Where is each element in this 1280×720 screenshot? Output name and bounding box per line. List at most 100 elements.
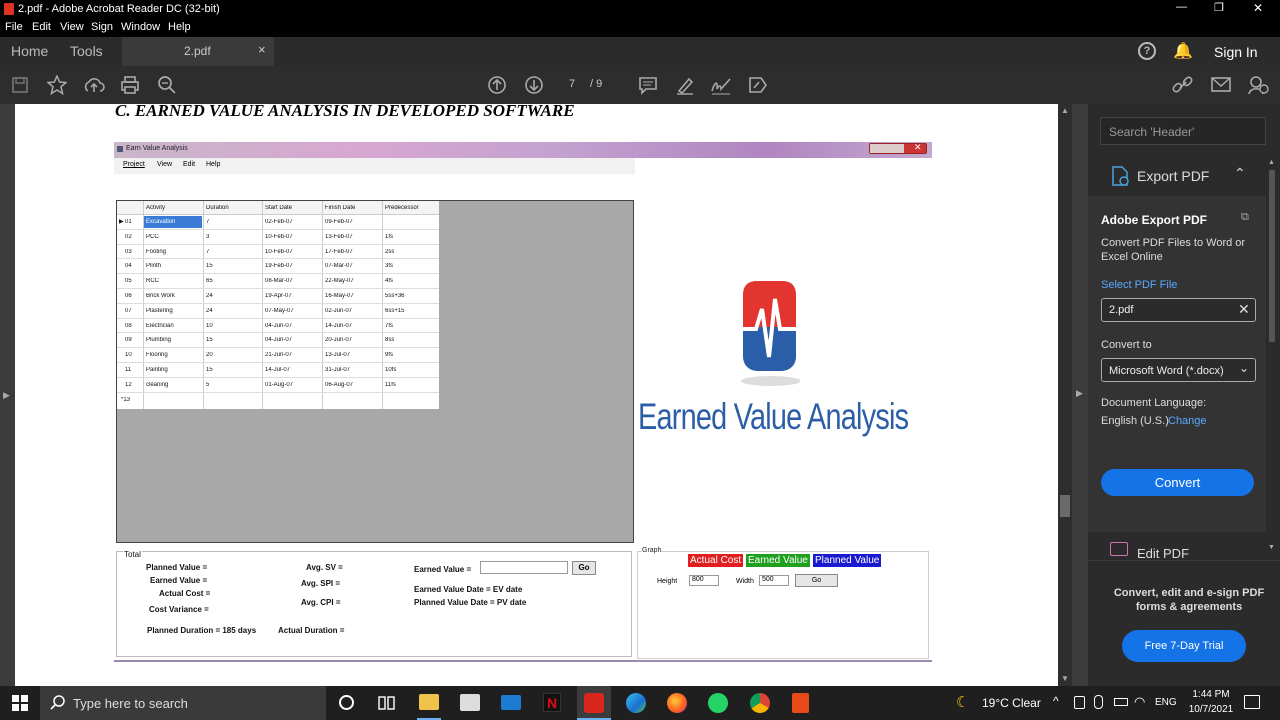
taskbar-search-box[interactable]: Type here to search — [40, 686, 326, 720]
whatsapp-icon[interactable] — [708, 693, 728, 713]
comment-icon[interactable] — [631, 71, 665, 99]
selected-file-name: 2.pdf — [1109, 304, 1134, 316]
grid-cell: 02-Jun-07 — [325, 307, 353, 314]
embedded-menu-bar: Project View Edit Help — [114, 158, 635, 174]
grid-cell: 21-Jun-07 — [265, 352, 293, 359]
print-icon[interactable] — [113, 71, 147, 99]
windows-start-icon[interactable] — [12, 695, 28, 711]
search-icon[interactable] — [150, 71, 184, 99]
save-icon[interactable] — [3, 71, 37, 99]
grid-cell: 14-Jun-07 — [325, 322, 353, 329]
edge-icon[interactable] — [626, 693, 646, 713]
embedded-window-controls: ✕ — [869, 142, 927, 154]
tab-document[interactable]: 2.pdf × — [122, 37, 274, 66]
page-number-input[interactable]: 7 — [569, 78, 575, 90]
pane-scroll-thumb[interactable] — [1269, 170, 1275, 342]
tray-chevron-icon[interactable]: ^ — [1053, 694, 1059, 708]
menu-sign[interactable]: Sign — [91, 21, 113, 33]
right-pane-toggle-icon[interactable]: ▶ — [1076, 388, 1083, 399]
tab-tools[interactable]: Tools — [70, 43, 103, 59]
next-page-icon[interactable] — [517, 71, 551, 99]
convert-format-select[interactable]: Microsoft Word (*.docx) ⌄ — [1101, 358, 1256, 382]
notifications-icon[interactable] — [1244, 695, 1260, 709]
scroll-down-arrow[interactable]: ▼ — [1061, 674, 1069, 683]
selected-file-field[interactable]: 2.pdf ✕ — [1101, 298, 1256, 322]
grid-cell: 7 — [206, 219, 210, 225]
planned-value-legend: Planned Value — [813, 554, 882, 567]
weather-text[interactable]: 19°C Clear — [982, 696, 1041, 710]
clock-date[interactable]: 10/7/2021 — [1185, 704, 1237, 715]
menu-edit[interactable]: Edit — [32, 21, 51, 33]
sign-icon[interactable] — [704, 71, 738, 99]
tray-mic-icon[interactable] — [1094, 695, 1103, 709]
edit-pdf-icon — [1110, 542, 1128, 556]
grid-row: 04 Plinth 15 19-Feb-07 07-Mar-07 3fs — [117, 259, 439, 275]
netflix-icon[interactable]: N — [543, 693, 561, 712]
firefox-icon[interactable] — [667, 693, 687, 713]
battery-icon[interactable] — [1114, 698, 1128, 706]
earned-value-legend: Earned Value — [746, 554, 810, 567]
free-trial-button[interactable]: Free 7-Day Trial — [1122, 630, 1246, 662]
pane-scrollbar[interactable]: ▲ ▼ — [1267, 159, 1277, 556]
grid-row: 11 Painting 15 14-Jul-07 31-Jul-07 10fs — [117, 363, 439, 378]
close-tab-icon[interactable]: × — [258, 42, 266, 57]
bell-icon[interactable]: 🔔 — [1173, 41, 1193, 61]
email-icon[interactable] — [1204, 71, 1238, 99]
language-indicator[interactable]: ENG — [1155, 697, 1177, 708]
planned-value-label: Planned Value = — [146, 563, 208, 572]
left-panel-toggle-icon[interactable]: ▶ — [3, 390, 10, 401]
wifi-icon[interactable]: ◠ — [1134, 694, 1145, 710]
bookmark-star-icon[interactable] — [40, 71, 74, 99]
sign-in-link[interactable]: Sign In — [1214, 44, 1258, 60]
link-icon[interactable] — [1166, 71, 1200, 99]
grid-cell: 22-May-07 — [325, 278, 354, 285]
promo-text: Convert, edit and e-sign PDF forms & agr… — [1113, 587, 1265, 613]
menu-view[interactable]: View — [60, 21, 84, 33]
embedded-menu-project: Project — [123, 161, 145, 168]
grid-cell: 3 — [206, 233, 210, 240]
upload-cloud-icon[interactable] — [77, 71, 111, 99]
menu-window[interactable]: Window — [121, 21, 160, 33]
change-language-link[interactable]: Change — [1168, 415, 1207, 427]
scroll-thumb[interactable] — [1060, 495, 1070, 517]
vertical-scrollbar[interactable]: ▲ ▼ — [1058, 104, 1072, 686]
cortana-icon[interactable] — [339, 695, 354, 710]
edit-pdf-label: Edit PDF — [1137, 546, 1190, 560]
acrobat-taskbar-button[interactable] — [577, 686, 611, 720]
chrome-icon[interactable] — [750, 693, 770, 713]
tab-home[interactable]: Home — [11, 43, 48, 59]
earned-value-input — [480, 561, 568, 574]
grid-cell: Plastering — [146, 307, 173, 314]
menu-file[interactable]: File — [5, 21, 23, 33]
windows-taskbar: Type here to search N ☾ 19°C Clear ^ ◠ E… — [0, 686, 1280, 720]
store-icon[interactable] — [460, 694, 480, 711]
grid-cell: 06-Aug-07 — [325, 381, 354, 388]
tray-device-icon[interactable] — [1074, 696, 1085, 709]
copy-icon[interactable]: ⧉ — [1241, 211, 1249, 224]
minimize-button[interactable]: — — [1176, 1, 1187, 13]
convert-button[interactable]: Convert — [1101, 469, 1254, 496]
document-language-value: English (U.S.) — [1101, 415, 1169, 427]
clock-time[interactable]: 1:44 PM — [1189, 689, 1233, 700]
export-pdf-header[interactable]: Export PDF ⌃ — [1088, 158, 1266, 192]
clear-file-icon[interactable]: ✕ — [1238, 301, 1250, 318]
maximize-button[interactable]: ❐ — [1214, 1, 1224, 14]
file-explorer-icon[interactable] — [419, 694, 439, 710]
menu-help[interactable]: Help — [168, 21, 191, 33]
highlight-pen-icon[interactable] — [668, 71, 702, 99]
mail-icon[interactable] — [501, 695, 521, 710]
close-window-button[interactable]: ✕ — [1253, 1, 1263, 15]
share-user-icon[interactable] — [1241, 71, 1275, 99]
search-tools-input[interactable]: Search 'Header' — [1100, 117, 1266, 145]
office-icon[interactable] — [792, 693, 809, 713]
select-pdf-file-link[interactable]: Select PDF File — [1101, 279, 1177, 291]
edit-pdf-header[interactable]: Edit PDF — [1088, 536, 1266, 560]
grid-cell: 11fs — [385, 381, 396, 388]
fill-sign-icon[interactable] — [741, 71, 775, 99]
previous-page-icon[interactable] — [480, 71, 514, 99]
collapse-chevron-icon[interactable]: ⌃ — [1234, 165, 1246, 182]
help-icon[interactable]: ? — [1138, 42, 1156, 60]
grid-cell: 5ss+36 — [385, 293, 405, 299]
scroll-up-arrow[interactable]: ▲ — [1061, 106, 1069, 115]
task-view-icon[interactable] — [378, 694, 396, 712]
